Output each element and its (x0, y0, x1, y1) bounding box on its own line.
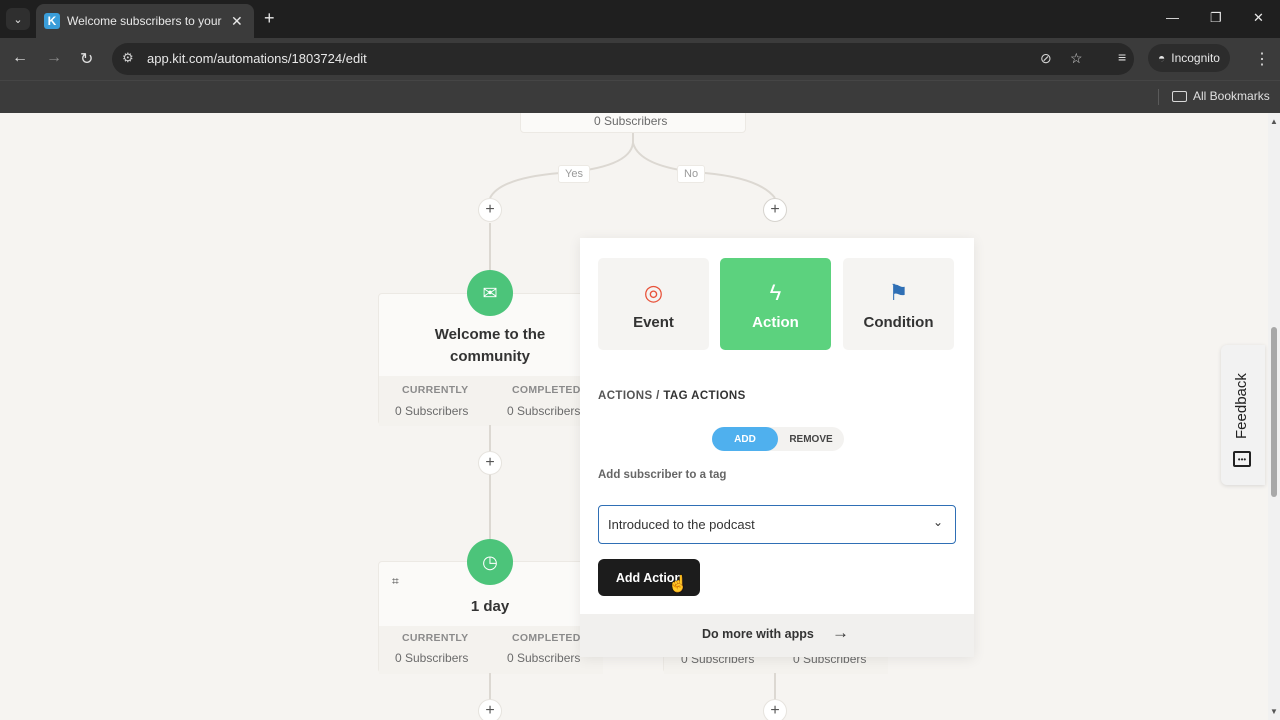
branch-no-label: No (677, 165, 706, 183)
toggle-remove-button[interactable]: REMOVE (778, 427, 844, 451)
star-icon[interactable]: ☆ (1070, 50, 1083, 67)
condition-card[interactable]: 0 Subscribers (520, 113, 746, 133)
plus-icon: + (770, 201, 780, 218)
currently-label: CURRENTLY (402, 632, 469, 644)
email-step-title: Welcome to the community (434, 326, 546, 365)
canvas-scrollbar[interactable]: ▲ ▼ (1268, 113, 1280, 720)
add-step-button[interactable]: + (478, 699, 502, 720)
event-type-label: Event (633, 314, 674, 331)
chevron-down-icon: ⌄ (932, 515, 943, 529)
scroll-up-icon[interactable]: ▲ (1270, 117, 1278, 126)
bookmarks-bar: All Bookmarks (0, 80, 1280, 113)
add-step-button[interactable]: + (763, 699, 787, 720)
timer-icon: ◷ (482, 551, 498, 572)
currently-label: CURRENTLY (402, 384, 469, 396)
eye-slash-icon[interactable]: ⊘ (1040, 50, 1052, 67)
plus-icon: + (770, 702, 780, 719)
currently-value: 0 Subscribers (395, 404, 469, 418)
browser-menu-icon[interactable]: ⋮ (1254, 49, 1270, 69)
toggle-add-button[interactable]: ADD (712, 427, 778, 451)
incognito-label: Incognito (1171, 51, 1220, 65)
site-info-icon[interactable]: ⚙ (122, 50, 134, 66)
add-step-panel: ◎ Event ϟ Action ⚑ Condition ACTIONS / T… (580, 238, 974, 657)
signpost-icon: ⚑ (888, 280, 909, 305)
event-type-card[interactable]: ◎ Event (598, 258, 709, 350)
tag-select[interactable]: Introduced to the podcast ⌄ (598, 505, 956, 544)
chat-icon: ••• (1233, 451, 1251, 467)
arrow-right-icon: → (832, 623, 849, 642)
target-icon: ◎ (643, 280, 664, 305)
branch-yes-label: Yes (558, 165, 590, 183)
minimize-icon[interactable]: — (1166, 10, 1179, 25)
connector-line (489, 425, 491, 543)
back-icon[interactable]: ← (12, 49, 28, 67)
do-more-with-apps-link[interactable]: Do more with apps → (580, 614, 974, 657)
add-step-no-button[interactable]: + (763, 198, 787, 222)
plus-icon: + (485, 454, 495, 471)
automation-canvas[interactable]: 0 Subscribers Yes No + + Welcome to the … (0, 113, 1280, 720)
folder-icon (1172, 90, 1187, 102)
address-bar[interactable]: ⚙ app.kit.com/automations/1803724/edit ⊘… (112, 43, 1134, 75)
browser-toolbar: ← → ↻ ⚙ app.kit.com/automations/1803724/… (0, 38, 1280, 80)
envelope-icon: ✉ (482, 282, 498, 303)
plus-icon: + (485, 201, 495, 218)
breadcrumb: ACTIONS / TAG ACTIONS (598, 390, 746, 402)
tab-title: Welcome subscribers to your p (67, 14, 223, 28)
tag-select-value: Introduced to the podcast (608, 517, 755, 532)
bolt-icon: ϟ (769, 280, 782, 305)
action-type-card[interactable]: ϟ Action (720, 258, 831, 350)
all-bookmarks-button[interactable]: All Bookmarks (1172, 89, 1270, 103)
all-bookmarks-label: All Bookmarks (1193, 89, 1270, 103)
reload-icon[interactable]: ↻ (80, 49, 93, 69)
scroll-down-icon[interactable]: ▼ (1270, 707, 1278, 716)
delay-edit-icon[interactable]: ⌗ (392, 574, 399, 589)
add-remove-toggle: ADD REMOVE (712, 427, 844, 451)
chevron-down-icon: ⌄ (13, 13, 23, 26)
delay-step-badge: ◷ (467, 539, 513, 585)
add-step-button[interactable]: + (478, 451, 502, 475)
delay-step-title: 1 day (470, 598, 510, 615)
tab-list-button[interactable]: ⌄ (6, 8, 30, 30)
plus-icon: + (485, 702, 495, 719)
feedback-label: Feedback (1233, 373, 1250, 439)
completed-label: COMPLETED (512, 384, 581, 396)
forward-icon[interactable]: → (46, 49, 62, 67)
currently-value: 0 Subscribers (395, 651, 469, 665)
incognito-icon: ◓ (1158, 51, 1166, 65)
browser-tabbar: ⌄ K Welcome subscribers to your p ✕ + — … (0, 0, 1280, 38)
media-control-icon[interactable]: ≡ (1118, 49, 1126, 65)
action-type-label: Action (752, 314, 799, 331)
restore-icon[interactable]: ❐ (1210, 10, 1222, 26)
url-text: app.kit.com/automations/1803724/edit (147, 51, 367, 66)
window-close-icon[interactable]: ✕ (1253, 10, 1264, 26)
condition-type-label: Condition (863, 314, 934, 331)
tag-field-label: Add subscriber to a tag (598, 469, 727, 481)
browser-tab[interactable]: K Welcome subscribers to your p ✕ (36, 4, 254, 38)
email-step-badge: ✉ (467, 270, 513, 316)
do-more-with-apps-label: Do more with apps (702, 627, 814, 641)
completed-label: COMPLETED (512, 632, 581, 644)
scroll-thumb[interactable] (1271, 327, 1277, 497)
bookmarks-divider (1158, 89, 1159, 105)
feedback-tab[interactable]: Feedback ••• (1221, 345, 1265, 485)
new-tab-icon[interactable]: + (264, 8, 275, 29)
breadcrumb-root[interactable]: ACTIONS (598, 390, 653, 402)
add-step-yes-button[interactable]: + (478, 198, 502, 222)
breadcrumb-current: TAG ACTIONS (663, 390, 746, 402)
condition-subscribers: 0 Subscribers (594, 114, 668, 128)
hand-cursor-icon: ☝ (668, 576, 688, 593)
breadcrumb-separator: / (652, 390, 664, 402)
kit-favicon-icon: K (44, 13, 60, 29)
incognito-badge[interactable]: ◓ Incognito (1148, 44, 1230, 72)
close-tab-icon[interactable]: ✕ (231, 13, 243, 30)
completed-value: 0 Subscribers (507, 404, 581, 418)
condition-type-card[interactable]: ⚑ Condition (843, 258, 954, 350)
completed-value: 0 Subscribers (507, 651, 581, 665)
